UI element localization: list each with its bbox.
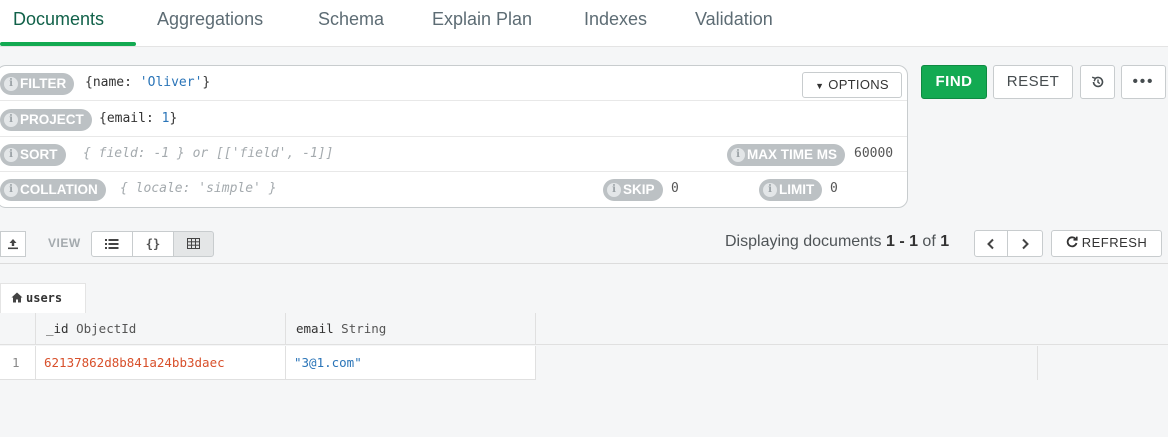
display-of: of — [917, 233, 941, 250]
caret-down-icon: ▼ — [815, 81, 825, 91]
list-view-button[interactable] — [91, 231, 133, 257]
filter-input[interactable]: {name: 'Oliver'} — [85, 66, 210, 100]
sort-row: i SORT { field: -1 } or [['field', -1]] … — [0, 137, 907, 172]
results-toolbar: VIEW {} Displaying documents 1 - 1 of 1 — [0, 224, 1168, 264]
info-icon: i — [4, 183, 18, 197]
pagination-summary: Displaying documents 1 - 1 of 1 — [725, 233, 949, 251]
display-total: 1 — [940, 233, 950, 250]
history-icon — [1091, 76, 1103, 88]
empty-cell-filler — [536, 346, 1038, 380]
row-number: 1 — [0, 346, 36, 380]
project-label: PROJECT — [20, 112, 84, 127]
refresh-icon — [1066, 236, 1078, 248]
skip-label: SKIP — [623, 182, 655, 197]
display-prefix: Displaying documents — [725, 233, 886, 250]
more-options-button[interactable]: ••• — [1121, 65, 1166, 99]
project-input[interactable]: {email: 1} — [99, 102, 177, 136]
column-name: email — [296, 321, 334, 336]
query-bar: i FILTER {name: 'Oliver'} ▼ OPTIONS i PRO… — [0, 65, 908, 208]
limit-label-pill[interactable]: i LIMIT — [759, 179, 823, 201]
table-cell-email[interactable]: "3@1.com" — [286, 346, 536, 380]
collection-name: users — [26, 291, 63, 305]
project-row: i PROJECT {email: 1} — [0, 102, 907, 137]
display-range: 1 - 1 — [885, 233, 918, 250]
ellipsis-icon: ••• — [1132, 73, 1155, 90]
home-icon — [11, 292, 23, 303]
json-view-button[interactable]: {} — [132, 231, 174, 257]
info-icon: i — [607, 183, 621, 197]
filter-value-prefix: {name: — [85, 75, 140, 90]
collation-label: COLLATION — [20, 182, 98, 197]
info-icon: i — [4, 113, 18, 127]
tab-validation[interactable]: Validation — [695, 0, 773, 47]
sort-input[interactable]: { field: -1 } or [['field', -1]] — [83, 137, 333, 171]
project-value-prefix: {email: — [99, 111, 162, 126]
tab-schema[interactable]: Schema — [318, 0, 384, 47]
query-history-button[interactable] — [1080, 65, 1115, 99]
list-icon — [105, 239, 119, 249]
tab-explain-plan[interactable]: Explain Plan — [432, 0, 532, 47]
sort-label: SORT — [20, 147, 58, 162]
curly-braces-icon: {} — [145, 237, 161, 251]
max-time-label-pill[interactable]: i MAX TIME MS — [727, 144, 845, 166]
filter-value-suffix: } — [202, 75, 211, 90]
tab-bar: Documents Aggregations Schema Explain Pl… — [0, 0, 1168, 47]
options-button[interactable]: ▼ OPTIONS — [802, 72, 902, 98]
sort-label-pill[interactable]: i SORT — [0, 144, 66, 166]
export-button[interactable] — [0, 231, 26, 257]
info-icon: i — [763, 183, 777, 197]
project-label-pill[interactable]: i PROJECT — [0, 109, 92, 131]
upload-icon — [8, 239, 18, 250]
info-icon: i — [4, 77, 18, 91]
project-value-suffix: } — [169, 111, 178, 126]
filter-label: FILTER — [20, 76, 67, 91]
column-type: ObjectId — [76, 321, 137, 336]
limit-input[interactable]: 0 — [830, 172, 838, 206]
column-name: _id — [46, 321, 69, 336]
refresh-label: REFRESH — [1081, 235, 1148, 250]
max-time-input[interactable]: 60000 — [854, 137, 893, 171]
collection-tab-users[interactable]: users — [0, 283, 86, 313]
info-icon: i — [4, 148, 18, 162]
tab-documents[interactable]: Documents — [13, 0, 104, 47]
skip-input[interactable]: 0 — [671, 172, 679, 206]
find-button[interactable]: FIND — [921, 65, 987, 99]
view-label: VIEW — [48, 236, 81, 250]
column-header-id[interactable]: _id ObjectId — [36, 313, 286, 345]
skip-label-pill[interactable]: i SKIP — [603, 179, 663, 201]
tab-aggregations[interactable]: Aggregations — [157, 0, 263, 47]
limit-label: LIMIT — [779, 182, 815, 197]
reset-button[interactable]: RESET — [993, 65, 1073, 99]
row-number-header — [0, 313, 36, 345]
chevron-right-icon — [1022, 238, 1029, 250]
filter-row: i FILTER {name: 'Oliver'} ▼ OPTIONS — [0, 66, 907, 101]
collation-row: i COLLATION { locale: 'simple' } i SKIP … — [0, 172, 907, 207]
options-label: OPTIONS — [828, 77, 889, 92]
filter-value-string: 'Oliver' — [139, 75, 203, 90]
table-icon — [187, 238, 200, 249]
column-header-email[interactable]: email String — [286, 313, 536, 345]
column-type: String — [341, 321, 387, 336]
active-tab-indicator — [0, 42, 136, 46]
tab-indexes[interactable]: Indexes — [584, 0, 647, 47]
previous-page-button[interactable] — [974, 230, 1008, 257]
refresh-button[interactable]: REFRESH — [1051, 230, 1162, 257]
table-cell-id[interactable]: 62137862d8b841a24bb3daec — [36, 346, 286, 380]
collation-label-pill[interactable]: i COLLATION — [0, 179, 106, 201]
info-icon: i — [731, 148, 745, 162]
max-time-label: MAX TIME MS — [747, 147, 837, 162]
collation-input[interactable]: { locale: 'simple' } — [120, 172, 277, 206]
next-page-button[interactable] — [1007, 230, 1043, 257]
empty-header-filler — [536, 313, 1168, 345]
chevron-left-icon — [987, 238, 994, 250]
table-view-button[interactable] — [173, 231, 214, 257]
documents-table: _id ObjectId email String 1 62137862d8b8… — [0, 313, 1168, 437]
filter-label-pill[interactable]: i FILTER — [0, 73, 75, 95]
